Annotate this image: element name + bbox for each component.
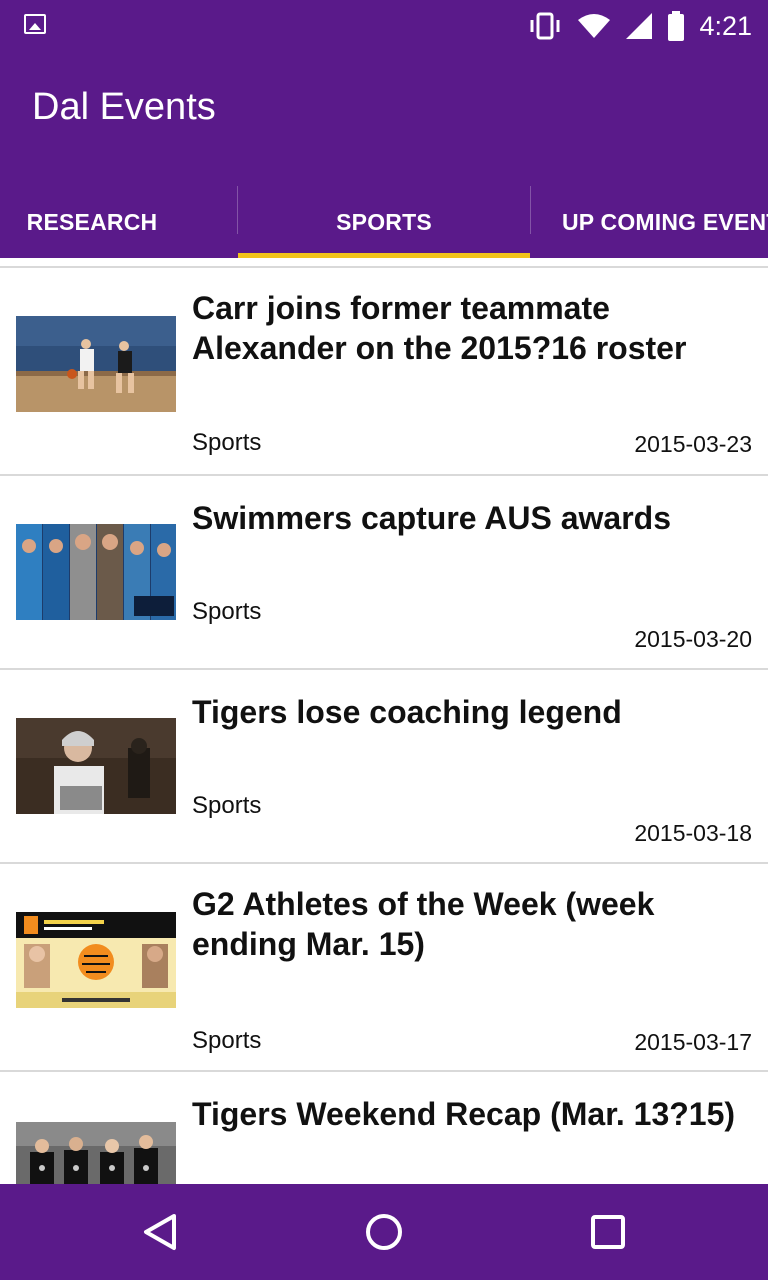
article-date: 2015-03-18 <box>634 820 752 846</box>
article-date: 2015-03-17 <box>634 1029 752 1055</box>
list-item[interactable]: Tigers lose coaching legend Sports 2015-… <box>0 670 768 864</box>
article-thumbnail <box>16 1122 176 1184</box>
article-date: 2015-03-23 <box>634 431 752 457</box>
app-title: Dal Events <box>32 86 216 128</box>
battery-icon <box>668 11 685 41</box>
article-list[interactable]: Carr joins former teammate Alexander on … <box>0 258 768 1184</box>
vibrate-icon <box>530 12 560 40</box>
divider <box>0 1070 768 1072</box>
article-thumbnail <box>16 718 176 814</box>
tab-research[interactable]: RESEARCH <box>0 186 184 258</box>
article-thumbnail <box>16 524 176 620</box>
article-thumbnail <box>16 316 176 412</box>
recents-icon[interactable] <box>584 1208 632 1256</box>
article-category: Sports <box>192 598 262 625</box>
article-title: G2 Athletes of the Week (week ending Mar… <box>192 886 655 962</box>
image-notification-icon <box>24 14 46 34</box>
list-item[interactable]: G2 Athletes of the Week (week ending Mar… <box>0 864 768 1072</box>
list-item[interactable]: Tigers Weekend Recap (Mar. 13?15) <box>0 1074 768 1184</box>
tab-divider <box>530 186 531 234</box>
list-item[interactable]: Swimmers capture AUS awards Sports 2015-… <box>0 476 768 670</box>
back-icon[interactable] <box>136 1208 184 1256</box>
cell-signal-icon <box>626 13 653 39</box>
article-title: Tigers Weekend Recap (Mar. 13?15) <box>192 1096 736 1132</box>
article-date: 2015-03-20 <box>634 626 752 652</box>
article-title: Tigers lose coaching legend <box>192 694 622 730</box>
home-icon[interactable] <box>360 1208 408 1256</box>
tab-label: UP COMING EVENT <box>562 208 768 235</box>
article-title: Carr joins former teammate Alexander on … <box>192 290 687 366</box>
status-icons: 4:21 <box>527 8 752 44</box>
tab-bar: RESEARCH SPORTS UP COMING EVENT <box>0 186 768 258</box>
article-category: Sports <box>192 429 262 456</box>
article-thumbnail <box>16 912 176 1008</box>
tab-sports[interactable]: SPORTS <box>238 186 530 258</box>
wifi-icon <box>578 14 611 38</box>
navigation-bar <box>0 1184 768 1280</box>
list-item[interactable]: Carr joins former teammate Alexander on … <box>0 268 768 476</box>
article-category: Sports <box>192 1027 262 1054</box>
clock: 4:21 <box>699 10 752 41</box>
article-category: Sports <box>192 792 262 819</box>
app-bar: Dal Events RESEARCH SPORTS UP COMING EVE… <box>0 52 768 258</box>
tab-upcoming-events[interactable]: UP COMING EVENT <box>562 186 768 258</box>
tab-label: SPORTS <box>336 208 432 235</box>
tab-label: RESEARCH <box>26 208 158 235</box>
article-title: Swimmers capture AUS awards <box>192 500 671 536</box>
status-bar: 4:21 <box>0 0 768 52</box>
